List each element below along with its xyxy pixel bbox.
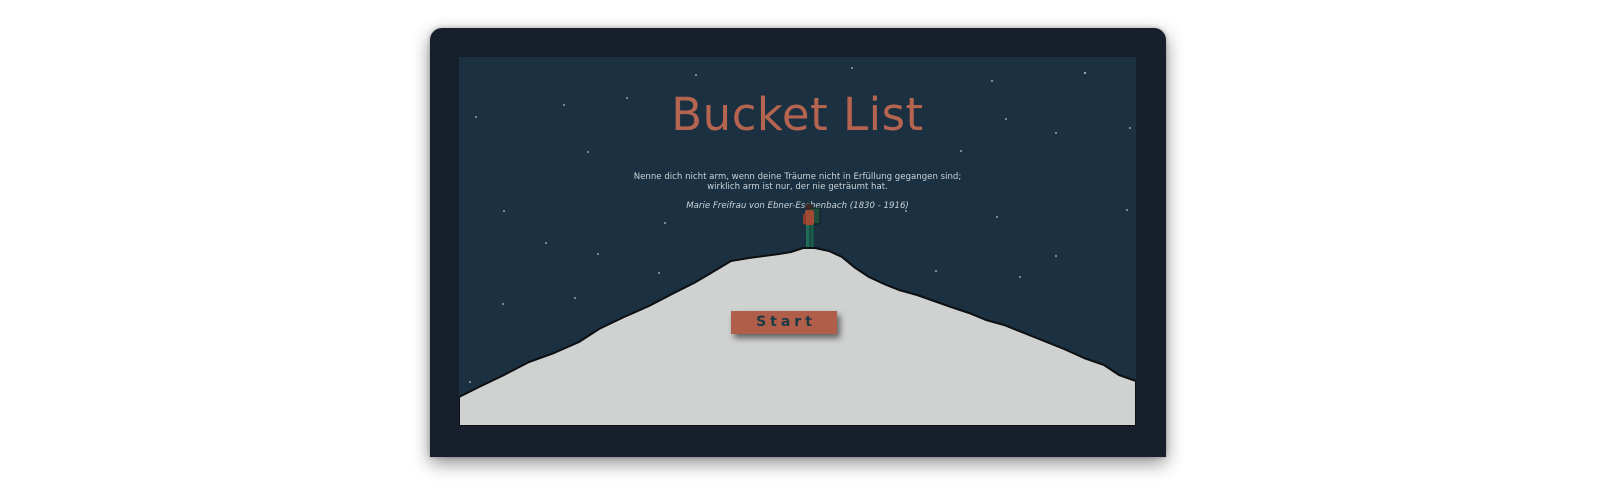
quote-line-1: Nenne dich nicht arm, wenn deine Träume …: [633, 172, 962, 182]
hiker-icon: [803, 203, 821, 247]
page-title: Bucket List: [671, 88, 924, 141]
quote-text: Nenne dich nicht arm, wenn deine Träume …: [579, 172, 1016, 192]
quote-line-2: wirklich arm ist nur, der nie geträumt h…: [707, 182, 888, 192]
quote-author: Marie Freifrau von Ebner-Eschenbach (183…: [686, 201, 909, 211]
app-screen: Bucket List Nenne dich nicht arm, wenn d…: [459, 57, 1136, 426]
device-frame: Bucket List Nenne dich nicht arm, wenn d…: [430, 28, 1166, 457]
start-button[interactable]: Start: [731, 311, 837, 334]
mountain-shape: [459, 247, 1136, 426]
